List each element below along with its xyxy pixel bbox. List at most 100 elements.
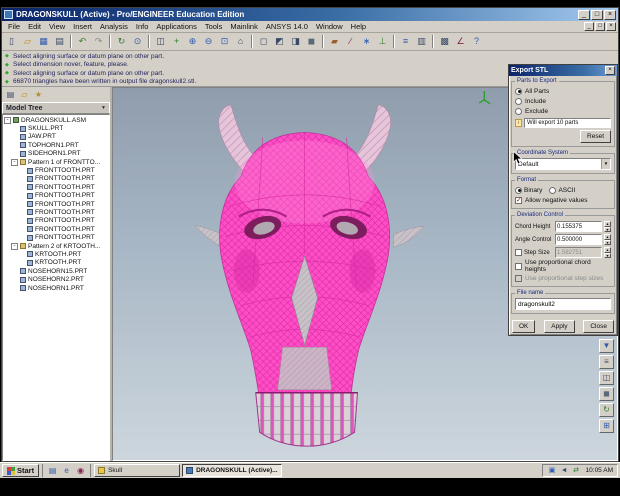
- shaded-display-icon[interactable]: ◼: [304, 34, 319, 49]
- tree-expander-icon[interactable]: [11, 150, 18, 157]
- tree-columns-icon[interactable]: ▤: [4, 88, 17, 101]
- tree-expander-icon[interactable]: [11, 125, 18, 132]
- find-icon[interactable]: ⊙: [130, 34, 145, 49]
- tree-expander-icon[interactable]: [18, 201, 25, 208]
- csys-toggle-icon[interactable]: ⊥: [375, 34, 390, 49]
- tree-item[interactable]: KRTOOTH.PRT: [3, 250, 109, 258]
- tree-item[interactable]: SIDEHORN1.PRT: [3, 150, 109, 158]
- tree-expander-icon[interactable]: [18, 234, 25, 241]
- radio-ascii[interactable]: ASCII: [549, 186, 575, 194]
- show-desktop-icon[interactable]: ▤: [46, 464, 60, 477]
- layers-icon[interactable]: ▥: [414, 34, 429, 49]
- menu-item[interactable]: ANSYS 14.0: [262, 22, 312, 31]
- tree-item[interactable]: FRONTTOOTH.PRT: [3, 217, 109, 225]
- spin-down-icon[interactable]: ▼: [604, 226, 611, 232]
- tree-expander-icon[interactable]: -: [11, 242, 18, 250]
- radio-binary[interactable]: Binary: [515, 186, 542, 194]
- radio-all-parts[interactable]: All Parts: [515, 86, 611, 96]
- menu-item[interactable]: Analysis: [96, 22, 132, 31]
- mesh-tool-icon[interactable]: ▩: [437, 34, 452, 49]
- spin-center-icon[interactable]: +: [169, 34, 184, 49]
- save-file-icon[interactable]: ▦: [36, 34, 51, 49]
- maximize-button[interactable]: □: [591, 9, 603, 20]
- tree-expander-icon[interactable]: [18, 184, 25, 191]
- minimize-button[interactable]: _: [578, 9, 590, 20]
- named-views-icon[interactable]: ⌂: [233, 34, 248, 49]
- tree-expander-icon[interactable]: -: [11, 158, 18, 166]
- dialog-close-icon[interactable]: ×: [605, 66, 615, 75]
- radio-include[interactable]: Include: [515, 96, 611, 106]
- tree-item[interactable]: NOSEHORN2.PRT: [3, 275, 109, 283]
- datum-points-toggle-icon[interactable]: ∗: [359, 34, 374, 49]
- tree-item[interactable]: NOSEHORN1.PRT: [3, 284, 109, 292]
- close-button[interactable]: Close: [583, 320, 614, 333]
- reset-button[interactable]: Reset: [580, 130, 611, 143]
- coordinate-system-select[interactable]: Default ▼: [515, 158, 611, 170]
- tree-expander-icon[interactable]: [11, 133, 18, 140]
- model-tree-toggle-icon[interactable]: ≡: [398, 34, 413, 49]
- analysis-tool-icon[interactable]: ∠: [453, 34, 468, 49]
- new-file-icon[interactable]: ▯: [4, 34, 19, 49]
- tree-item[interactable]: SKULL.PRT: [3, 124, 109, 132]
- chord-height-spinner[interactable]: ▲ ▼: [604, 221, 611, 232]
- menu-item[interactable]: Insert: [69, 22, 96, 31]
- saved-view-list-icon[interactable]: ▼: [599, 339, 614, 353]
- internet-explorer-icon[interactable]: e: [60, 464, 74, 477]
- tree-expander-icon[interactable]: [18, 175, 25, 182]
- tree-item[interactable]: - Pattern 1 of FRONTTO...: [3, 158, 109, 166]
- tree-expander-icon[interactable]: [11, 276, 18, 283]
- tree-item[interactable]: FRONTTOOTH.PRT: [3, 175, 109, 183]
- menu-item[interactable]: Edit: [24, 22, 45, 31]
- menu-item[interactable]: File: [4, 22, 24, 31]
- menu-item[interactable]: View: [45, 22, 69, 31]
- tree-item[interactable]: FRONTTOOTH.PRT: [3, 183, 109, 191]
- menu-item[interactable]: Info: [132, 22, 153, 31]
- taskbar-task-button[interactable]: Skull: [94, 464, 181, 477]
- step-size-checkbox[interactable]: [515, 249, 522, 256]
- print-icon[interactable]: ▤: [52, 34, 67, 49]
- hidden-line-display-icon[interactable]: ◩: [272, 34, 287, 49]
- close-button[interactable]: ×: [604, 9, 616, 20]
- tree-item[interactable]: TOPHORN1.PRT: [3, 141, 109, 149]
- redo-icon[interactable]: ↷: [91, 34, 106, 49]
- spin-down-icon[interactable]: ▼: [604, 239, 611, 245]
- radio-exclude[interactable]: Exclude: [515, 106, 611, 116]
- mdi-close-button[interactable]: ×: [606, 22, 616, 31]
- layer-display-icon[interactable]: ≡: [599, 355, 614, 369]
- tree-expander-icon[interactable]: [11, 268, 18, 275]
- no-hidden-display-icon[interactable]: ◨: [288, 34, 303, 49]
- ok-button[interactable]: OK: [512, 320, 536, 333]
- taskbar-task-button[interactable]: DRAGONSKULL (Active)...: [182, 464, 282, 477]
- chord-height-input[interactable]: 0.155375: [555, 221, 602, 232]
- mdi-minimize-button[interactable]: _: [584, 22, 594, 31]
- file-name-input[interactable]: [515, 298, 611, 310]
- tree-item[interactable]: KRTOOTH.PRT: [3, 259, 109, 267]
- tree-item[interactable]: FRONTTOOTH.PRT: [3, 233, 109, 241]
- menu-item[interactable]: Applications: [152, 22, 200, 31]
- tree-expander-icon[interactable]: [18, 251, 25, 258]
- tree-item[interactable]: FRONTTOOTH.PRT: [3, 200, 109, 208]
- spin-mode-icon[interactable]: ↻: [599, 403, 614, 417]
- tree-expander-icon[interactable]: [11, 285, 18, 292]
- tree-expander-icon[interactable]: [18, 167, 25, 174]
- regenerate-icon[interactable]: ↻: [114, 34, 129, 49]
- angle-control-spinner[interactable]: ▲ ▼: [604, 234, 611, 245]
- proportional-chord-checkbox[interactable]: Use proportional chord heights: [515, 259, 611, 273]
- zoom-in-icon[interactable]: ⊕: [185, 34, 200, 49]
- tree-expander-icon[interactable]: [18, 209, 25, 216]
- context-help-icon[interactable]: ?: [469, 34, 484, 49]
- menu-item[interactable]: Help: [347, 22, 370, 31]
- undo-icon[interactable]: ↶: [75, 34, 90, 49]
- datum-planes-toggle-icon[interactable]: ▰: [327, 34, 342, 49]
- tree-item[interactable]: - DRAGONSKULL.ASM: [3, 116, 109, 124]
- model-tree-header[interactable]: Model Tree ▼: [2, 102, 110, 114]
- allow-negative-checkbox[interactable]: Allow negative values: [515, 195, 611, 205]
- angle-control-input[interactable]: 0.500000: [555, 234, 602, 245]
- media-player-icon[interactable]: ◉: [74, 464, 88, 477]
- combo-arrow-icon[interactable]: ▼: [601, 159, 610, 169]
- tree-expander-icon[interactable]: -: [4, 116, 11, 124]
- dialog-title-bar[interactable]: Export STL ×: [509, 65, 617, 76]
- model-tree[interactable]: - DRAGONSKULL.ASM SKULL.PRT JAW.PRT TOPH…: [2, 114, 110, 461]
- tree-expander-icon[interactable]: [18, 259, 25, 266]
- zoom-out-icon[interactable]: ⊖: [201, 34, 216, 49]
